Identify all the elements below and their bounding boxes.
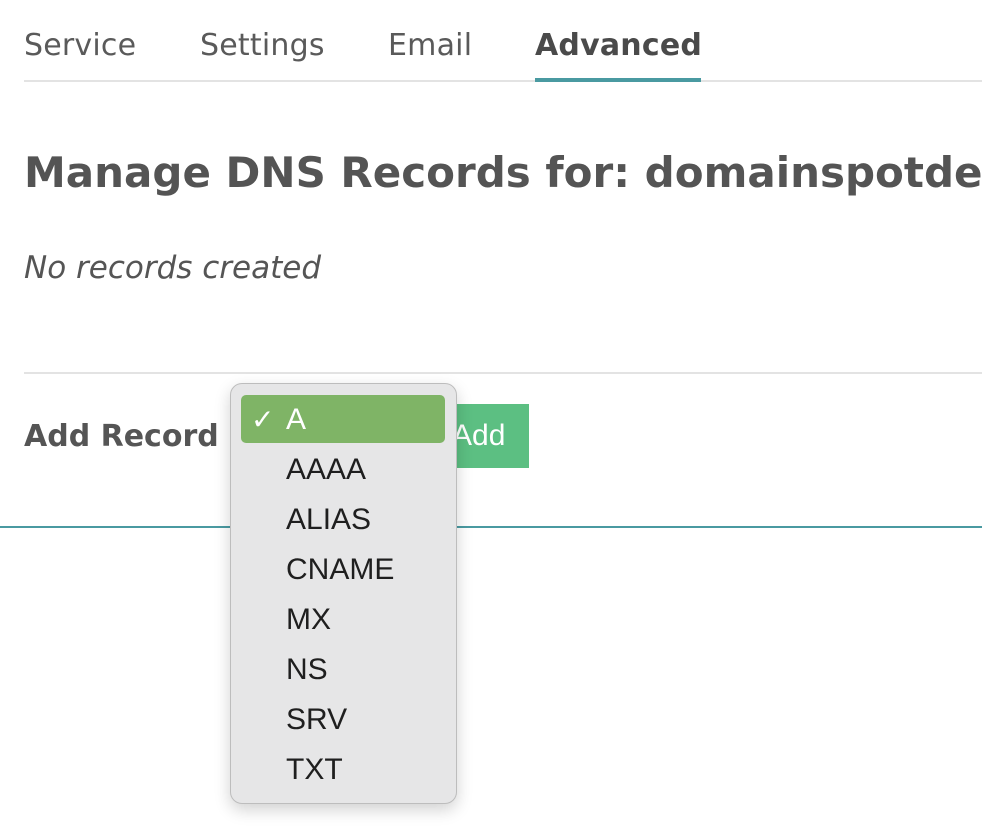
- dns-management-page: Service Settings Email Advanced Manage D…: [0, 0, 982, 836]
- tab-email[interactable]: Email: [388, 26, 472, 66]
- record-type-option-aaaa[interactable]: AAAA: [241, 445, 445, 495]
- option-label: TXT: [286, 753, 343, 786]
- option-label: ALIAS: [286, 503, 372, 536]
- add-record-label: Add Record: [24, 419, 219, 454]
- record-type-option-a[interactable]: ✓ A: [241, 395, 445, 443]
- record-type-option-cname[interactable]: CNAME: [241, 545, 445, 595]
- bottom-divider: [0, 526, 982, 528]
- empty-records-message: No records created: [24, 250, 322, 286]
- page-title: Manage DNS Records for: domainspotdemo: [24, 148, 982, 197]
- option-label: CNAME: [286, 553, 395, 586]
- option-label: A: [286, 403, 307, 436]
- option-label: NS: [286, 653, 328, 686]
- checkmark-icon: ✓: [251, 403, 275, 436]
- record-type-dropdown-menu[interactable]: ✓ A AAAA ALIAS CNAME MX NS SRV TXT: [230, 383, 457, 804]
- option-label: AAAA: [286, 453, 367, 486]
- option-label: SRV: [286, 703, 348, 736]
- record-type-option-ns[interactable]: NS: [241, 645, 445, 695]
- tab-bar: Service Settings Email Advanced: [24, 0, 982, 82]
- record-type-option-srv[interactable]: SRV: [241, 695, 445, 745]
- record-type-option-alias[interactable]: ALIAS: [241, 495, 445, 545]
- record-type-option-mx[interactable]: MX: [241, 595, 445, 645]
- section-divider: [24, 372, 982, 374]
- option-label: MX: [286, 603, 331, 636]
- tab-service[interactable]: Service: [24, 26, 136, 66]
- active-tab-indicator: [535, 78, 701, 82]
- record-type-option-txt[interactable]: TXT: [241, 745, 445, 795]
- tab-settings[interactable]: Settings: [200, 26, 325, 66]
- tab-advanced[interactable]: Advanced: [535, 26, 702, 66]
